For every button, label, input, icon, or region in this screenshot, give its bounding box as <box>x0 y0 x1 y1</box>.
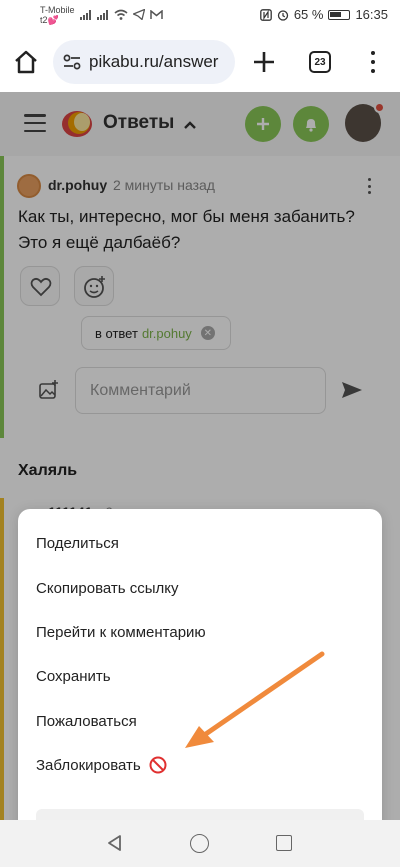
clock: 16:35 <box>355 7 388 22</box>
menu-item-label: Перейти к комментарию <box>36 623 206 641</box>
menu-item-label: Пожаловаться <box>36 712 137 730</box>
site-settings-icon[interactable] <box>63 54 81 70</box>
menu-item-label: Поделиться <box>36 534 119 552</box>
recents-icon[interactable] <box>276 835 292 851</box>
system-nav-bar <box>0 820 400 867</box>
more-icon[interactable] <box>363 48 383 76</box>
tab-count: 23 <box>314 56 326 68</box>
new-tab-icon[interactable] <box>251 49 277 75</box>
gmail-icon <box>150 9 163 19</box>
menu-item-share[interactable]: Поделиться <box>36 531 119 555</box>
url-text: pikabu.ru/answer <box>89 52 219 71</box>
telegram-icon <box>133 9 145 20</box>
signal-icon <box>80 9 92 20</box>
home-icon[interactable] <box>12 48 40 76</box>
home-nav-icon[interactable] <box>190 834 209 853</box>
menu-item-label: Сохранить <box>36 667 111 685</box>
menu-item-label: Заблокировать <box>36 756 141 774</box>
status-left-icons <box>80 9 163 20</box>
menu-item-report[interactable]: Пожаловаться <box>36 709 137 733</box>
battery-icon <box>328 9 351 20</box>
signal-icon-2 <box>97 9 109 20</box>
menu-item-block[interactable]: Заблокировать <box>36 753 167 777</box>
battery-percent: 65 % <box>293 7 324 22</box>
alarm-icon <box>277 9 288 21</box>
nfc-icon <box>259 8 272 21</box>
carrier-sub: t2💕 <box>40 15 59 25</box>
status-bar: T-Mobile t2💕 65 % 16:35 <box>0 0 400 32</box>
wifi-icon <box>114 9 128 20</box>
context-menu: Поделиться Скопировать ссылку Перейти к … <box>18 509 382 829</box>
tabs-button[interactable]: 23 <box>309 51 331 73</box>
carrier-name: T-Mobile <box>40 5 75 15</box>
address-bar[interactable]: pikabu.ru/answer <box>53 40 235 84</box>
block-icon <box>149 756 167 774</box>
menu-item-label: Скопировать ссылку <box>36 579 179 597</box>
carrier-info: T-Mobile t2💕 <box>40 5 75 25</box>
menu-item-copy-link[interactable]: Скопировать ссылку <box>36 576 179 600</box>
browser-toolbar: pikabu.ru/answer 23 <box>0 32 400 92</box>
menu-item-save[interactable]: Сохранить <box>36 664 111 688</box>
status-right: 65 % 16:35 <box>259 7 388 22</box>
back-icon[interactable] <box>106 834 124 852</box>
menu-item-go-to-comment[interactable]: Перейти к комментарию <box>36 620 206 644</box>
